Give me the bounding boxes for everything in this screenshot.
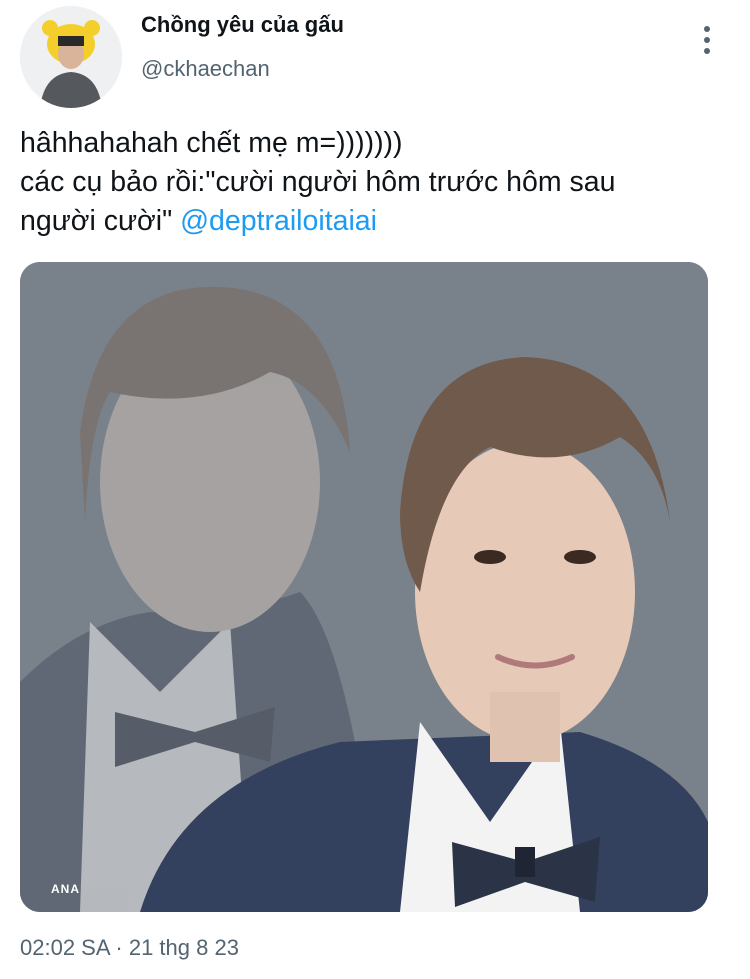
dot [704,26,710,32]
photo-illustration [20,262,708,912]
dot [704,48,710,54]
tweet-text-segment: người cười" [20,205,181,237]
tweet-photo[interactable]: ANA [20,262,708,912]
tweet-text-line: hâhhahahah chết mẹ m=))))))) [20,127,403,159]
dot [704,37,710,43]
tweet-timestamp[interactable]: 02:02 SA · 21 thg 8 23 [20,935,239,961]
tweet-text-line: các cụ bảo rồi:"cười người hôm trước hôm… [20,166,616,198]
avatar-image [20,6,122,108]
more-vertical-icon[interactable] [692,20,722,60]
author-display-name[interactable]: Chồng yêu của gấu [141,12,344,38]
author-handle[interactable]: @ckhaechan [141,56,270,82]
author-avatar[interactable] [20,6,122,108]
photo-watermark: ANA [51,882,80,896]
tweet-text: hâhhahahah chết mẹ m=))))))) các cụ bảo … [20,124,730,241]
tweet-text-line: người cười" @deptrailoitaiai [20,202,730,241]
mention-link[interactable]: @deptrailoitaiai [180,205,377,237]
